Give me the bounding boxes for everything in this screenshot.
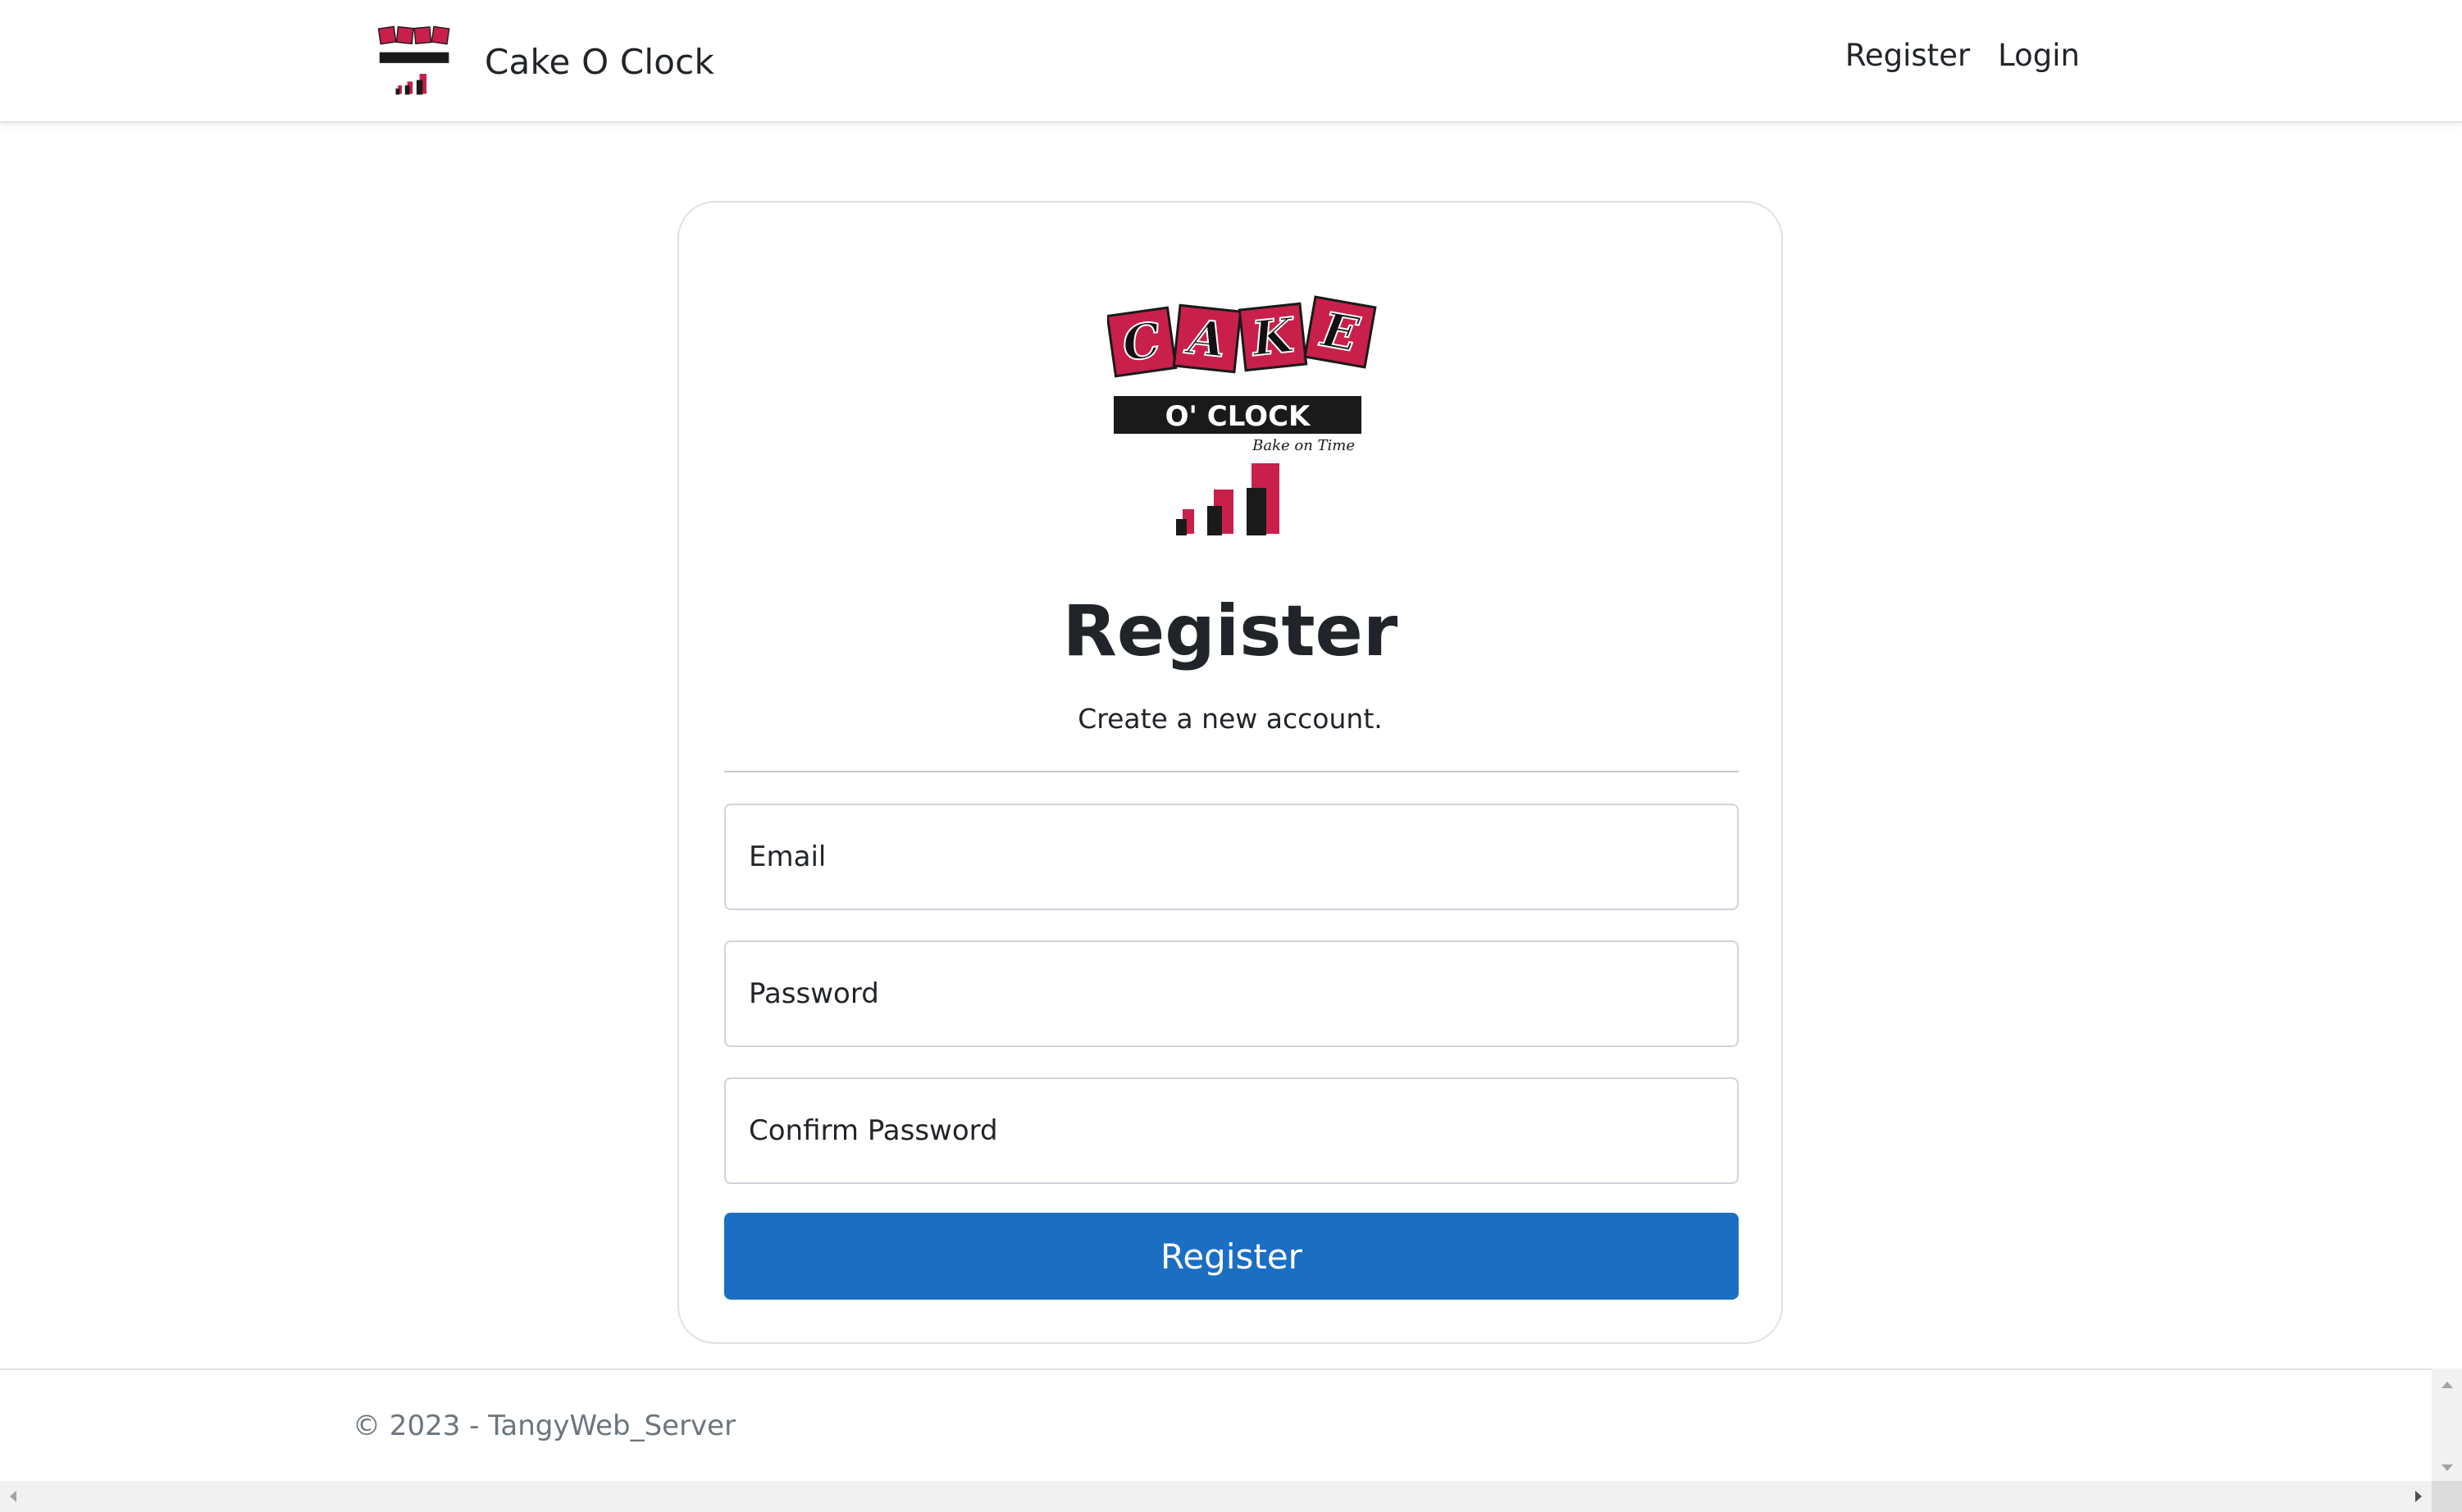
logo-tagline: Bake on Time bbox=[1252, 437, 1355, 454]
scrollbar-corner bbox=[2432, 1481, 2462, 1512]
brand-logo bbox=[377, 25, 450, 95]
logo-letter-k: K bbox=[1247, 307, 1298, 367]
confirm-password-field[interactable] bbox=[724, 1077, 1739, 1184]
email-field[interactable] bbox=[724, 804, 1739, 910]
scroll-down-arrow-icon[interactable] bbox=[2441, 1464, 2453, 1471]
divider bbox=[724, 771, 1739, 772]
register-button[interactable]: Register bbox=[724, 1213, 1739, 1300]
password-field[interactable] bbox=[724, 940, 1739, 1047]
logo-bars bbox=[1176, 463, 1279, 535]
vertical-scrollbar[interactable] bbox=[2432, 1369, 2462, 1481]
cake-o-clock-logo: C A K E O' CLOCK Bake on Time bbox=[1107, 295, 1377, 535]
logo-letter-tiles: C A K E bbox=[1107, 295, 1377, 378]
footer: © 2023 - TangyWeb_Server bbox=[0, 1369, 2432, 1482]
nav-link-register[interactable]: Register bbox=[1845, 38, 1970, 73]
page-subtitle: Create a new account. bbox=[1078, 703, 1383, 735]
scroll-right-arrow-icon[interactable] bbox=[2415, 1491, 2422, 1502]
brand-link[interactable]: Cake O Clock bbox=[376, 23, 714, 100]
scroll-up-arrow-icon[interactable] bbox=[2441, 1382, 2453, 1388]
top-navbar: Cake O Clock Register Login bbox=[0, 0, 2462, 123]
brand-name: Cake O Clock bbox=[485, 41, 714, 82]
register-card: C A K E O' CLOCK Bake on Time Register C… bbox=[677, 201, 1783, 1344]
nav-links: Register Login bbox=[1845, 38, 2080, 73]
scroll-left-arrow-icon[interactable] bbox=[10, 1491, 16, 1502]
logo-letter-c: C bbox=[1119, 312, 1164, 372]
horizontal-scrollbar[interactable] bbox=[0, 1481, 2432, 1512]
logo-banner-text: O' CLOCK bbox=[1165, 400, 1311, 433]
nav-link-login[interactable]: Login bbox=[1998, 38, 2080, 73]
page-title: Register bbox=[1062, 590, 1398, 672]
footer-copyright: © 2023 - TangyWeb_Server bbox=[353, 1410, 736, 1442]
